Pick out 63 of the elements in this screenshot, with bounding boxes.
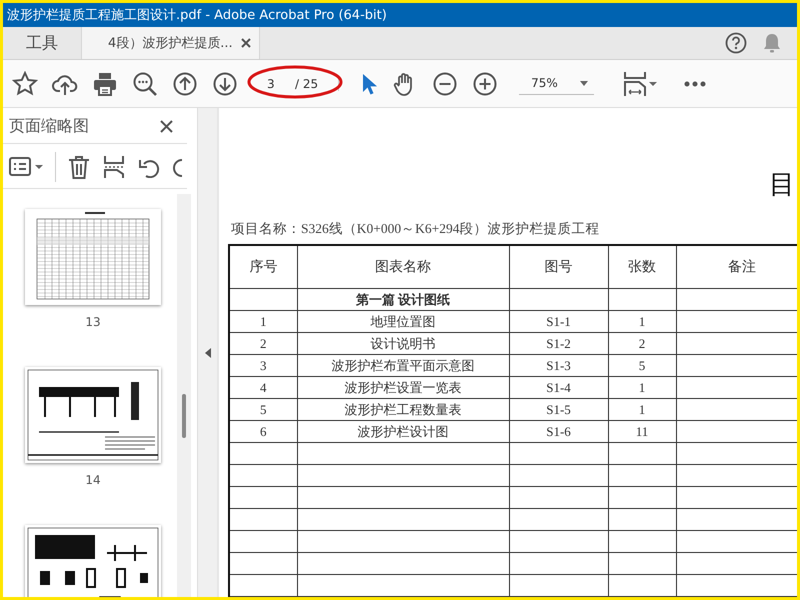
column-header: 图表名称	[297, 245, 509, 288]
print-icon[interactable]	[92, 70, 118, 96]
panel-title: 页面缩略图	[9, 116, 89, 137]
extract-pages-icon[interactable]	[102, 155, 126, 179]
table-cell: 1	[608, 376, 676, 398]
page-thumbnail[interactable]	[25, 209, 161, 305]
table-cell: S1-2	[509, 332, 608, 354]
page-number-field[interactable]: 3	[259, 76, 291, 90]
rotate-right-icon[interactable]	[172, 156, 182, 178]
column-header: 序号	[229, 245, 297, 288]
table-cell: 地理位置图	[297, 310, 509, 332]
table-cell: 波形护栏设计图	[297, 420, 509, 442]
table-cell: 1	[229, 310, 297, 332]
table-cell: 3	[229, 354, 297, 376]
table-cell: 波形护栏布置平面示意图	[297, 354, 509, 376]
page-thumbnail[interactable]	[25, 367, 161, 463]
project-name: 项目名称：S326线（K0+000～K6+294段）波形护栏提质工程	[231, 220, 600, 238]
table-cell: 5	[608, 354, 676, 376]
table-cell: 波形护栏设置一览表	[297, 376, 509, 398]
page-number-label: 13	[85, 315, 101, 329]
table-cell: 2	[608, 332, 676, 354]
table-cell: S1-1	[509, 310, 608, 332]
fit-page-icon[interactable]	[622, 70, 657, 96]
zoom-dropdown[interactable]: 75%	[519, 72, 594, 95]
column-header: 张数	[608, 245, 676, 288]
help-icon[interactable]	[725, 32, 747, 54]
arrow-up-circle-icon[interactable]	[172, 70, 198, 96]
table-cell: 1	[608, 398, 676, 420]
table-cell: S1-4	[509, 376, 608, 398]
trash-icon[interactable]	[68, 155, 90, 179]
close-icon[interactable]	[240, 38, 251, 48]
zoom-in-icon[interactable]	[472, 70, 498, 96]
collapse-arrow-icon[interactable]	[204, 348, 210, 358]
scroll-thumb[interactable]	[182, 394, 186, 438]
table-cell: 波形护栏工程数量表	[297, 398, 509, 420]
scrollbar[interactable]	[177, 194, 191, 597]
table-cell: S1-3	[509, 354, 608, 376]
more-icon[interactable]	[684, 80, 706, 86]
page-heading: 目	[769, 172, 795, 198]
caret-icon	[580, 80, 588, 86]
star-icon[interactable]	[12, 70, 38, 96]
search-icon[interactable]	[132, 70, 158, 96]
page-thumbnail[interactable]	[25, 525, 161, 597]
table-cell: S1-6	[509, 420, 608, 442]
section-heading: 第一篇 设计图纸	[297, 288, 509, 310]
column-header: 图号	[509, 245, 608, 288]
table-cell: 2	[229, 332, 297, 354]
table-cell: S1-5	[509, 398, 608, 420]
window-title: 波形护栏提质工程施工图设计.pdf - Adobe Acrobat Pro (64-bit)	[3, 3, 797, 27]
table-cell: 5	[229, 398, 297, 420]
page-total: / 25	[291, 76, 340, 90]
options-menu-icon[interactable]	[9, 156, 43, 178]
arrow-down-circle-icon[interactable]	[212, 70, 238, 96]
column-header: 备注	[676, 245, 797, 288]
table-cell: 设计说明书	[297, 332, 509, 354]
table-cell: 4	[229, 376, 297, 398]
table-cell: 11	[608, 420, 676, 442]
table-cell: 1	[608, 310, 676, 332]
zoom-out-icon[interactable]	[432, 70, 458, 96]
close-icon[interactable]	[160, 120, 173, 133]
page-number-label: 14	[85, 473, 101, 487]
table-cell: 6	[229, 420, 297, 442]
tab[interactable]: 4段）波形护栏提质...	[81, 27, 260, 59]
